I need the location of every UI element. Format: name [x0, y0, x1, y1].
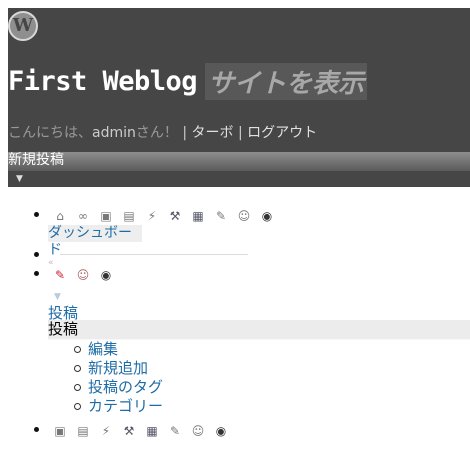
- list-bullet: [34, 212, 39, 217]
- submenu-item-edit[interactable]: 編集: [48, 340, 470, 359]
- submenu-item-add-new[interactable]: 新規追加: [48, 359, 470, 378]
- posts-submenu: 編集 新規追加 投稿のタグ カテゴリー: [48, 340, 470, 416]
- submenu-item-categories[interactable]: カテゴリー: [48, 397, 470, 416]
- favorite-toggle-icon[interactable]: ▼: [8, 171, 470, 187]
- posts-icon[interactable]: ✎: [211, 208, 231, 224]
- view-site-button[interactable]: サイトを表示: [205, 63, 368, 100]
- site-title: First Weblog: [8, 66, 198, 97]
- separator: |: [237, 125, 243, 141]
- collapse-menu[interactable]: «: [48, 250, 248, 268]
- appearance-icon[interactable]: ◉: [96, 267, 116, 283]
- pages-icon[interactable]: ▤: [73, 423, 93, 439]
- appearance-icon[interactable]: ◉: [257, 208, 277, 224]
- users-icon[interactable]: ☺: [234, 208, 254, 224]
- menu-separator: [60, 254, 248, 255]
- posts-icon[interactable]: ✎: [165, 423, 185, 439]
- wordpress-logo-icon[interactable]: W: [8, 11, 38, 41]
- turbo-link[interactable]: ターボ: [192, 125, 234, 141]
- settings-icon[interactable]: ▦: [142, 423, 162, 439]
- top-icon-row: ⌂ ∞ ▣ ▤ ⚡ ⚒ ▦ ✎ ☺ ◉: [50, 208, 277, 224]
- tools-icon[interactable]: ⚒: [119, 423, 139, 439]
- greeting-suffix: さん！: [135, 125, 178, 141]
- media-icon[interactable]: ▣: [50, 423, 70, 439]
- posts-icon[interactable]: ✎: [50, 267, 70, 283]
- posts-arrow-icon[interactable]: ▼: [54, 292, 61, 302]
- list-bullet: [34, 427, 39, 432]
- appearance-icon[interactable]: ◉: [211, 423, 231, 439]
- users-icon[interactable]: ☺: [188, 423, 208, 439]
- list-bullet: [34, 271, 39, 276]
- separator: |: [182, 125, 188, 141]
- admin-header: W First Weblog サイトを表示 こんにちは、adminさん！ | ター…: [8, 8, 470, 152]
- posts-menu-header[interactable]: 投稿: [48, 320, 470, 339]
- logout-link[interactable]: ログアウト: [247, 125, 317, 141]
- submenu-item-tags[interactable]: 投稿のタグ: [48, 378, 470, 397]
- tools-icon[interactable]: ⚒: [165, 208, 185, 224]
- user-info: こんにちは、adminさん！ | ターボ | ログアウト: [8, 122, 317, 142]
- media-icon[interactable]: ▣: [96, 208, 116, 224]
- dashboard-link[interactable]: ダッシュボード: [48, 225, 142, 258]
- middle-icon-row: ✎ ☺ ◉: [50, 267, 116, 283]
- favorite-actions-bar[interactable]: 新規投稿: [8, 152, 470, 171]
- home-icon[interactable]: ⌂: [50, 208, 70, 224]
- plugins-icon[interactable]: ⚡: [96, 423, 116, 439]
- plugins-icon[interactable]: ⚡: [142, 208, 162, 224]
- new-post-favorite-link[interactable]: 新規投稿: [8, 152, 64, 168]
- posts-menu-panel: 投稿 編集 新規追加 投稿のタグ カテゴリー: [48, 320, 470, 416]
- links-icon[interactable]: ∞: [73, 208, 93, 224]
- greeting-prefix: こんにちは、: [8, 125, 92, 141]
- pages-icon[interactable]: ▤: [119, 208, 139, 224]
- list-bullet: [34, 252, 39, 257]
- bottom-icon-row: ▣ ▤ ⚡ ⚒ ▦ ✎ ☺ ◉: [50, 423, 231, 439]
- username-link[interactable]: admin: [92, 125, 136, 141]
- users-icon[interactable]: ☺: [73, 267, 93, 283]
- site-heading: First Weblog サイトを表示: [8, 63, 368, 100]
- settings-icon[interactable]: ▦: [188, 208, 208, 224]
